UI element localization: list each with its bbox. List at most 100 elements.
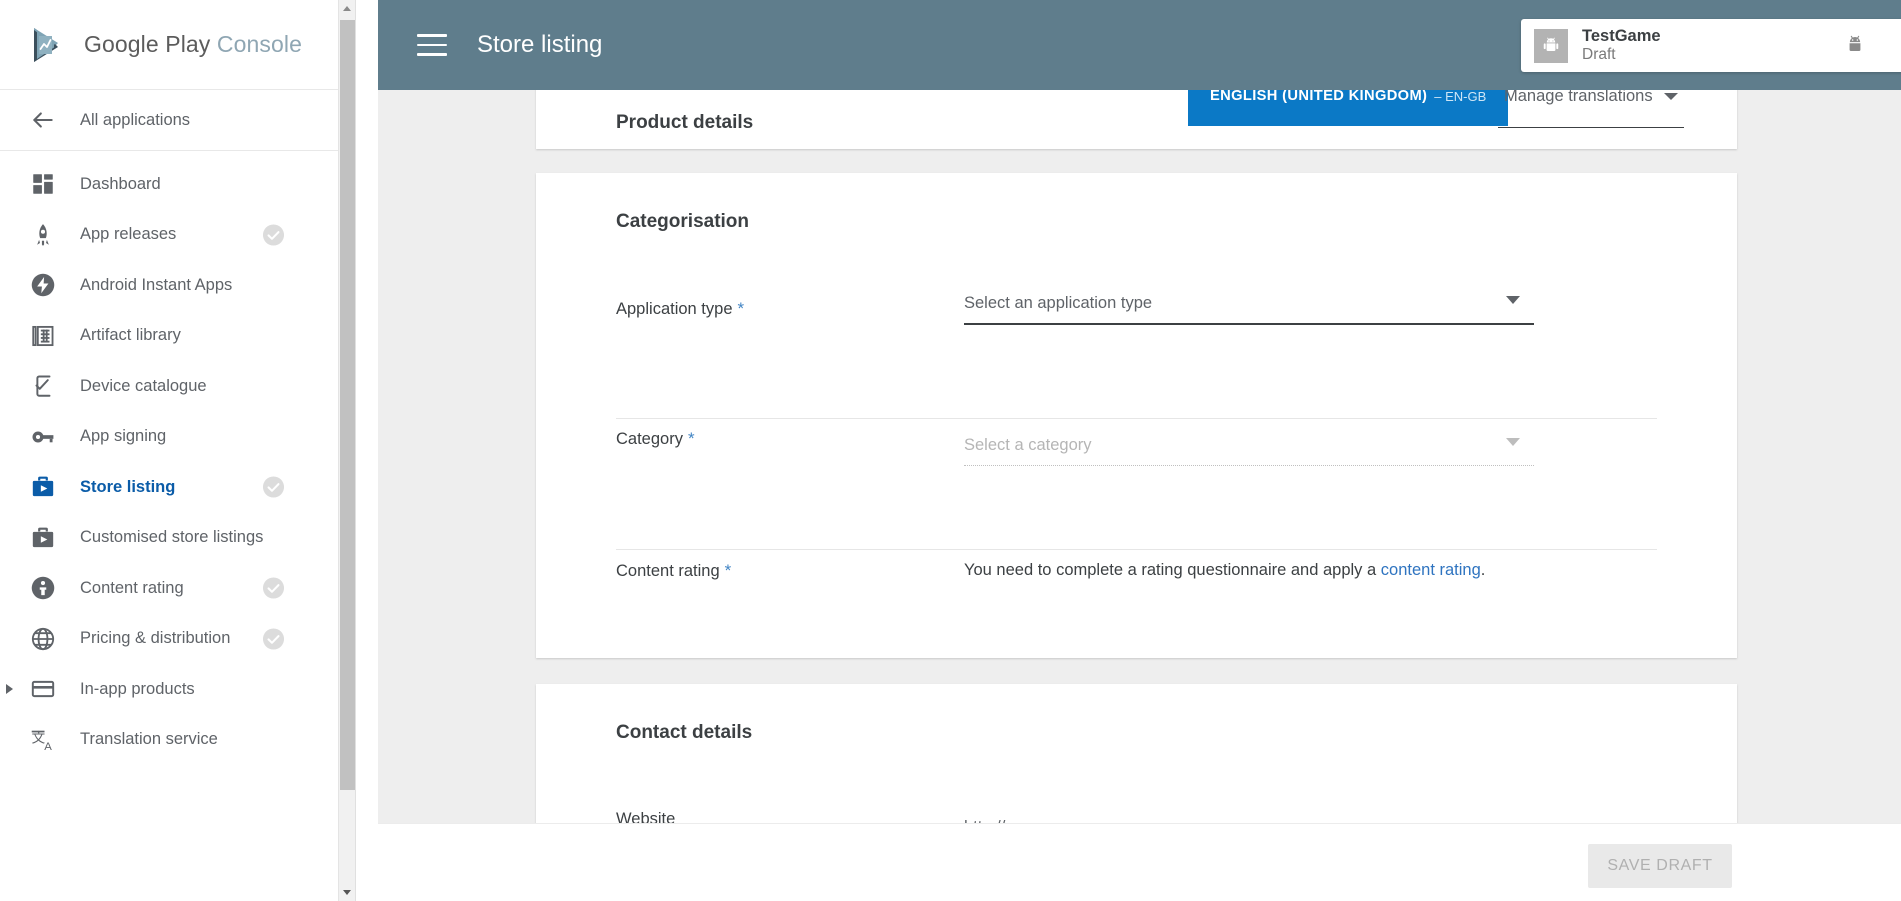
save-draft-button[interactable]: SAVE DRAFT	[1588, 844, 1732, 888]
translate-icon: 文 A	[30, 727, 56, 753]
instant-apps-icon	[30, 272, 56, 298]
sidebar-item-label: App signing	[80, 427, 167, 446]
completed-check-icon	[262, 577, 285, 600]
sidebar-scrollbar-thumb[interactable]	[340, 20, 355, 790]
sidebar-item-translation-service[interactable]: 文 A Translation service	[0, 715, 355, 766]
application-type-select[interactable]: Select an application type	[964, 294, 1534, 325]
sidebar-item-label: App releases	[80, 225, 177, 244]
manage-translations-dropdown[interactable]: Manage translations	[1498, 90, 1684, 128]
bell-icon[interactable]	[1721, 30, 1751, 60]
sidebar-item-pricing-distribution[interactable]: Pricing & distribution	[0, 614, 355, 665]
brand-google-play: Google Play	[84, 31, 211, 57]
sidebar-nav: Dashboard App releases Android Instant A…	[0, 151, 355, 765]
completed-check-icon	[262, 476, 285, 499]
sidebar-item-content-rating[interactable]: Content rating	[0, 563, 355, 614]
store-listing-icon	[30, 525, 56, 551]
completed-check-icon	[262, 223, 285, 246]
manage-translations-label: Manage translations	[1504, 90, 1653, 105]
content-rating-text-before: You need to complete a rating questionna…	[964, 561, 1381, 579]
sidebar-item-android-instant-apps[interactable]: Android Instant Apps	[0, 260, 355, 311]
sidebar-item-label: Device catalogue	[80, 376, 207, 395]
hamburger-icon[interactable]	[417, 34, 447, 56]
scroll-down-arrow-icon[interactable]	[339, 884, 355, 901]
store-listing-icon	[30, 474, 56, 500]
sidebar-item-customised-store-listings[interactable]: Customised store listings	[0, 513, 355, 564]
sidebar-back-all-applications[interactable]: All applications	[0, 90, 355, 151]
categorisation-card: Categorisation Application type * Select …	[536, 173, 1737, 658]
application-type-value: Select an application type	[964, 294, 1153, 312]
contact-details-title: Contact details	[616, 722, 753, 743]
sidebar-item-label: Store listing	[80, 477, 176, 496]
required-asterisk: *	[687, 429, 695, 448]
expand-arrow-icon[interactable]	[6, 684, 13, 695]
brand-header[interactable]: Google Play Console	[0, 0, 355, 90]
top-header: Store listing TestGame Draft ?	[378, 0, 1901, 90]
google-play-logo-icon	[28, 24, 70, 66]
category-value: Select a category	[964, 436, 1092, 454]
divider	[616, 549, 1657, 550]
bottom-action-bar: SAVE DRAFT	[378, 823, 1901, 901]
language-tab-name: ENGLISH (UNITED KINGDOM)	[1210, 90, 1428, 104]
chevron-down-icon[interactable]	[1506, 296, 1520, 304]
language-tab-code: – EN-GB	[1434, 90, 1487, 104]
divider	[616, 418, 1657, 419]
sidebar-item-label: Artifact library	[80, 326, 181, 345]
category-select[interactable]: Select a category	[964, 436, 1534, 466]
sidebar-item-label: Translation service	[80, 730, 218, 749]
sidebar-item-label: Pricing & distribution	[80, 629, 231, 648]
sidebar-item-label: Content rating	[80, 578, 184, 597]
help-icon[interactable]: ?	[1778, 30, 1808, 60]
arrow-left-icon	[30, 107, 56, 133]
application-type-underline	[964, 323, 1534, 325]
sidebar-item-store-listing[interactable]: Store listing	[0, 462, 355, 513]
required-asterisk: *	[737, 299, 745, 318]
main-content: Product details ENGLISH (UNITED KINGDOM)…	[378, 90, 1901, 823]
sidebar-item-label: Android Instant Apps	[80, 275, 233, 294]
content-rating-text-after: .	[1480, 561, 1486, 579]
content-rating-link[interactable]: content rating	[1381, 561, 1481, 579]
category-label: Category *	[616, 429, 695, 448]
sidebar-item-app-signing[interactable]: App signing	[0, 412, 355, 463]
content-rating-icon	[30, 575, 56, 601]
category-underline	[964, 465, 1534, 466]
contact-details-card: Contact details Website http://...	[536, 684, 1737, 823]
brand-title: Google Play Console	[84, 31, 302, 58]
rocket-icon	[30, 222, 56, 248]
required-asterisk: *	[724, 561, 732, 580]
content-rating-text: You need to complete a rating questionna…	[964, 561, 1684, 580]
sidebar-scrollbar[interactable]	[338, 0, 355, 901]
scroll-up-arrow-icon[interactable]	[339, 0, 355, 17]
content-rating-message: You need to complete a rating questionna…	[964, 561, 1684, 580]
brand-console: Console	[210, 31, 302, 57]
key-icon	[30, 424, 56, 450]
language-tab-en-gb[interactable]: ENGLISH (UNITED KINGDOM) – EN-GB	[1188, 90, 1509, 126]
sidebar: Google Play Console All applications Das…	[0, 0, 356, 901]
svg-text:?: ?	[1788, 37, 1798, 56]
android-robot-icon	[1534, 28, 1568, 63]
application-type-label: Application type *	[616, 299, 745, 318]
content-rating-label: Content rating *	[616, 561, 732, 580]
sidebar-back-label: All applications	[80, 110, 191, 129]
dashboard-icon	[30, 171, 56, 197]
website-label: Website	[616, 810, 676, 823]
header-icon-group: ?	[1721, 0, 1875, 90]
completed-check-icon	[262, 627, 285, 650]
artifact-library-icon	[30, 323, 56, 349]
sidebar-item-device-catalogue[interactable]: Device catalogue	[0, 361, 355, 412]
sidebar-item-app-releases[interactable]: App releases	[0, 210, 355, 261]
credit-card-icon	[30, 676, 56, 702]
sidebar-item-label: Customised store listings	[80, 528, 264, 547]
product-details-title: Product details	[616, 112, 754, 133]
categorisation-title: Categorisation	[616, 211, 750, 232]
device-check-icon	[30, 373, 56, 399]
sidebar-item-artifact-library[interactable]: Artifact library	[0, 311, 355, 362]
sidebar-item-in-app-products[interactable]: In-app products	[0, 664, 355, 715]
chevron-down-icon[interactable]	[1506, 438, 1520, 446]
sidebar-item-label: Dashboard	[80, 174, 161, 193]
sidebar-item-dashboard[interactable]: Dashboard	[0, 159, 355, 210]
google-play-console-window: Google Play Console All applications Das…	[0, 0, 1901, 901]
globe-icon	[30, 626, 56, 652]
svg-text:A: A	[44, 741, 52, 753]
android-avatar-icon[interactable]	[1835, 25, 1875, 65]
page-title: Store listing	[477, 31, 603, 58]
